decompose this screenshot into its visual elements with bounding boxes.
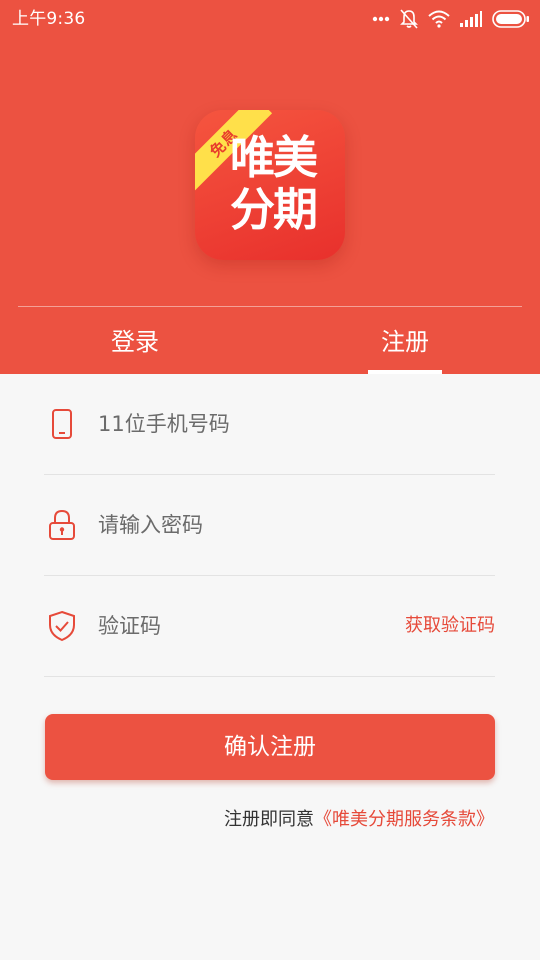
terms-notice: 注册即同意《唯美分期服务条款》 [224,806,494,834]
terms-link[interactable]: 《唯美分期服务条款》 [314,809,494,830]
wifi-icon [428,10,450,28]
tab-register[interactable]: 注册 [350,322,460,374]
status-bar: 上午9:36 [0,0,540,38]
confirm-register-button[interactable]: 确认注册 [45,714,495,780]
battery-icon [492,10,530,28]
tab-login[interactable]: 登录 [80,322,190,374]
code-input[interactable] [98,606,358,646]
app-logo: 免息 唯美 分期 [195,110,345,260]
logo-line-1: 唯美 [229,131,318,184]
logo-line-2: 分期 [229,183,318,236]
phone-input[interactable] [98,404,398,444]
get-code-button[interactable]: 获取验证码 [405,614,495,638]
header: 上午9:36 免息 唯美 分期 登录 注册 [0,0,540,374]
code-field: 获取验证码 [44,576,495,677]
signal-icon [460,11,482,27]
phone-icon [46,408,78,440]
status-icons [372,8,530,30]
terms-prefix: 注册即同意 [224,809,314,830]
header-divider [18,306,522,307]
password-input[interactable] [98,505,398,545]
shield-check-icon [46,610,78,642]
status-time: 上午9:36 [12,9,86,29]
dots-icon [372,16,390,22]
lock-icon [46,509,78,541]
logo-text: 唯美 分期 [213,132,333,236]
phone-field [44,374,495,475]
mute-bell-icon [400,9,418,29]
password-field [44,475,495,576]
